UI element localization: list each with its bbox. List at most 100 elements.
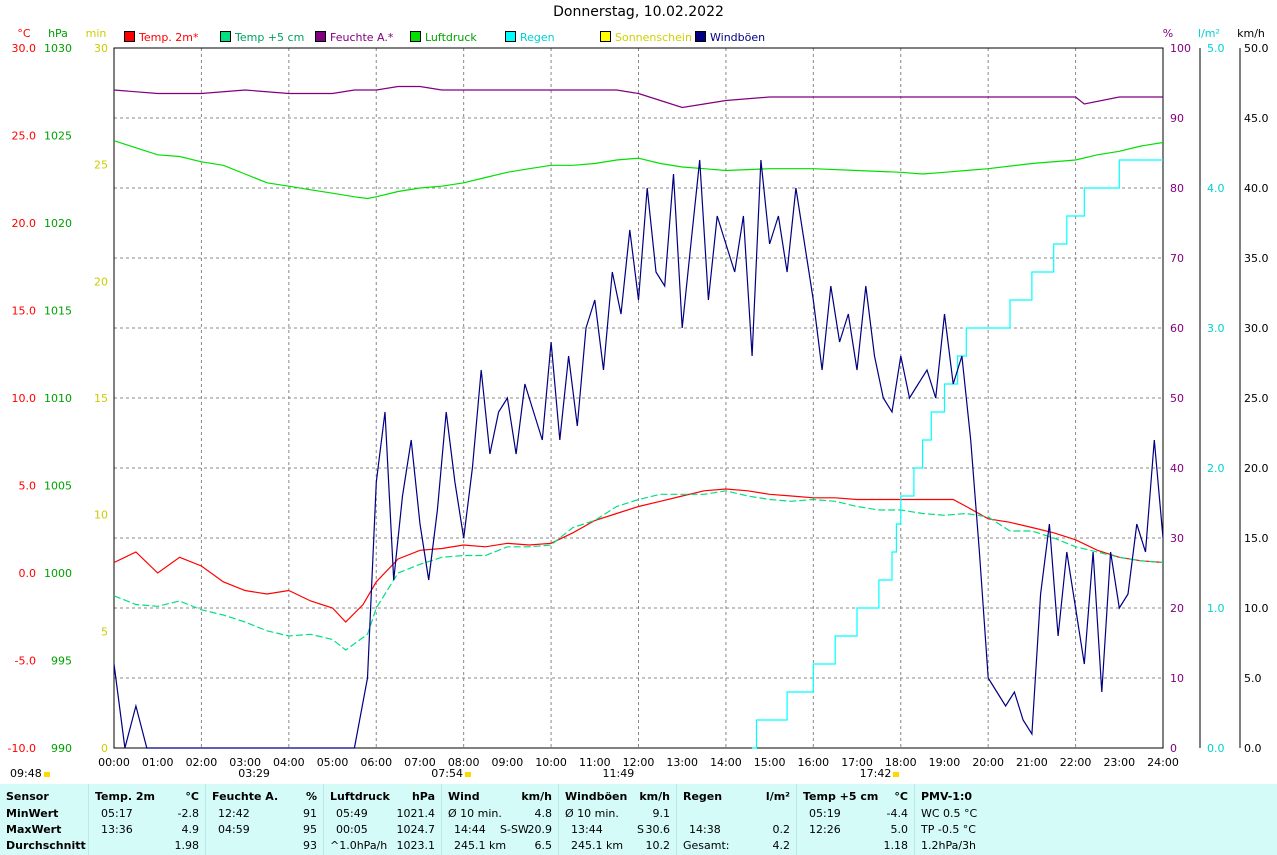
stats-luftdruck-min: 1021.4 [396, 807, 436, 820]
stats-col-pmv: PMV-1:0 WC 0.5 °C TP -0.5 °C 1.2hPa/3h [915, 784, 1277, 855]
axis-unit-left: min [86, 27, 107, 40]
sun-event: 07:54 [431, 767, 471, 780]
tick-pressure: 1025 [44, 130, 72, 143]
statistics-panel: Sensor MinWert MaxWert Durchschnitt Temp… [0, 784, 1277, 855]
stats-wind-max-time: 14:44 [454, 823, 486, 836]
stats-row-label-avg: Durchschnitt [6, 839, 86, 852]
stats-pmv-trend: 1.2hPa/3h [921, 839, 977, 852]
tick-wind: 5.0 [1244, 672, 1262, 685]
tick-rain: 4.0 [1207, 182, 1225, 195]
stats-windboeen-max-time: 13:44 [571, 823, 603, 836]
tick-time: 01:00 [142, 756, 174, 769]
stats-col-sensor: Sensor MinWert MaxWert Durchschnitt [0, 784, 89, 855]
tick-temp: 5.0 [19, 480, 37, 493]
tick-temp: 15.0 [12, 305, 37, 318]
axis-unit-right: km/h [1237, 27, 1265, 40]
stats-windboeen-avg-label: Ø 10 min. [565, 807, 619, 820]
legend-label: Feuchte A.* [330, 31, 394, 44]
left-axis-ticks: 30.025.020.015.010.05.00.0-5.0-10.010301… [8, 42, 108, 755]
tick-wind: 20.0 [1244, 462, 1269, 475]
tick-time: 23:00 [1103, 756, 1135, 769]
stats-col-wind: Wind km/h Ø 10 min. 4.8 14:44 S-SW 20.9 … [442, 784, 559, 855]
legend-label: Windböen [710, 31, 766, 44]
tick-time: 20:00 [972, 756, 1004, 769]
stats-temp2m-min: -2.8 [177, 807, 199, 820]
stats-header-wind: Wind [448, 790, 480, 803]
tick-wind: 40.0 [1244, 182, 1269, 195]
stats-regen-max: 0.2 [772, 823, 791, 836]
tick-wind: 50.0 [1244, 42, 1269, 55]
legend-item: Temp. 2m* [124, 31, 199, 44]
tick-sunshine: 15 [94, 392, 108, 405]
tick-temp: 0.0 [19, 567, 37, 580]
stats-col-luftdruck: Luftdruck hPa 05:49 1021.4 00:05 1024.7 … [324, 784, 442, 855]
stats-unit-temp2m: °C [185, 790, 199, 803]
sun-icon [43, 772, 50, 777]
tick-humidity: 80 [1170, 182, 1184, 195]
tick-time: 10:00 [535, 756, 567, 769]
legend-swatch [600, 31, 611, 42]
stats-windboeen-max: 30.6 [645, 823, 671, 836]
stats-feuchte-max-time: 04:59 [218, 823, 250, 836]
tick-pressure: 1020 [44, 217, 72, 230]
tick-humidity: 20 [1170, 602, 1184, 615]
stats-header-pmv: PMV-1:0 [921, 790, 972, 803]
legend-swatch [695, 31, 706, 42]
stats-wind-avg10: 4.8 [534, 807, 553, 820]
tick-temp: 10.0 [12, 392, 37, 405]
stats-regen-max-time: 14:38 [689, 823, 721, 836]
stats-luftdruck-avg: 1023.1 [396, 839, 436, 852]
tick-wind: 10.0 [1244, 602, 1269, 615]
tick-time: 19:00 [929, 756, 961, 769]
tick-humidity: 60 [1170, 322, 1184, 335]
tick-temp: 20.0 [12, 217, 37, 230]
tick-sunshine: 25 [94, 159, 108, 172]
tick-pressure: 995 [51, 655, 72, 668]
tick-humidity: 90 [1170, 112, 1184, 125]
legend-swatch [315, 31, 326, 42]
stats-col-windboeen: Windböen km/h Ø 10 min. 9.1 13:44 S 30.6… [559, 784, 677, 855]
stats-temp2m-avg: 1.98 [174, 839, 200, 852]
tick-rain: 0.0 [1207, 742, 1225, 755]
tick-sunshine: 20 [94, 275, 108, 288]
stats-header-temp5cm: Temp +5 cm [803, 790, 879, 803]
legend-label: Temp. 2m* [139, 31, 199, 44]
tick-humidity: 100 [1170, 42, 1191, 55]
tick-wind: 15.0 [1244, 532, 1269, 545]
tick-wind: 30.0 [1244, 322, 1269, 335]
stats-pmv-tp: TP -0.5 °C [921, 823, 976, 836]
sun-event: 17:42 [860, 767, 900, 780]
stats-temp5cm-avg: 1.18 [883, 839, 909, 852]
axis-unit-right: l/m² [1198, 27, 1220, 40]
stats-temp2m-max: 4.9 [181, 823, 200, 836]
tick-time: 04:00 [273, 756, 305, 769]
sun-event-time: 03:29 [238, 767, 270, 780]
stats-luftdruck-trend: ^1.0hPa/h [330, 839, 388, 852]
stats-temp5cm-max-time: 12:26 [809, 823, 841, 836]
tick-humidity: 50 [1170, 392, 1184, 405]
tick-temp: -10.0 [8, 742, 36, 755]
tick-pressure: 1015 [44, 305, 72, 318]
tick-humidity: 10 [1170, 672, 1184, 685]
sun-event-time: 11:49 [602, 767, 635, 780]
tick-wind: 35.0 [1244, 252, 1269, 265]
stats-unit-wind: km/h [521, 790, 552, 803]
tick-humidity: 70 [1170, 252, 1184, 265]
tick-wind: 45.0 [1244, 112, 1269, 125]
tick-humidity: 40 [1170, 462, 1184, 475]
legend-item: Sonnenschein [600, 31, 692, 44]
sun-icon [464, 772, 471, 777]
tick-time: 24:00 [1147, 756, 1179, 769]
tick-pressure: 1030 [44, 42, 72, 55]
stats-col-regen: Regen l/m² 14:38 0.2 Gesamt: 4.2 [677, 784, 797, 855]
stats-temp5cm-min: -4.4 [886, 807, 908, 820]
legend-label: Temp +5 cm [235, 31, 305, 44]
stats-unit-regen: l/m² [765, 790, 790, 803]
sun-event: 11:49 [603, 767, 635, 780]
stats-wind-distance: 245.1 km [454, 839, 507, 852]
tick-sunshine: 0 [101, 742, 108, 755]
stats-col-feuchte: Feuchte A. % 12:42 91 04:59 95 93 [206, 784, 324, 855]
tick-time: 14:00 [710, 756, 742, 769]
axis-unit-left: hPa [48, 27, 68, 40]
tick-pressure: 1010 [44, 392, 72, 405]
